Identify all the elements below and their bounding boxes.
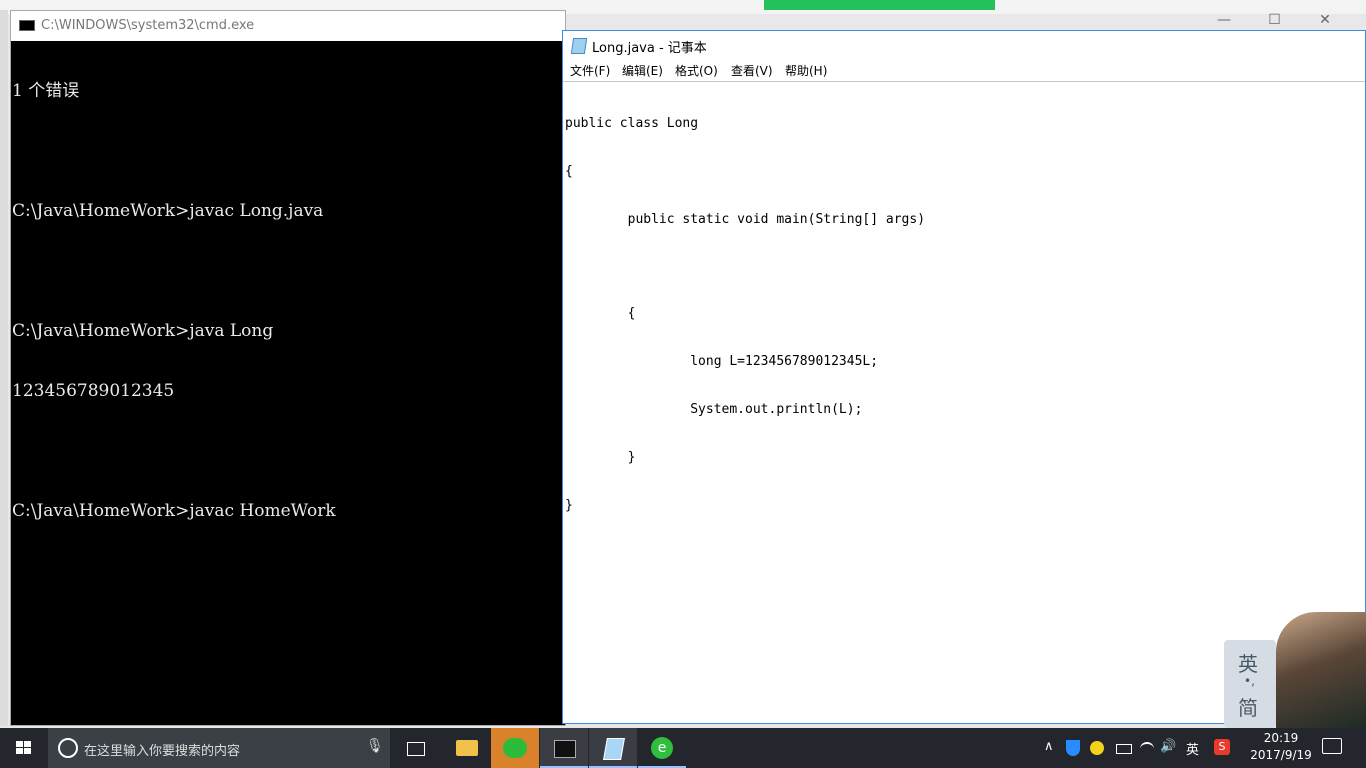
wifi-icon[interactable] (1140, 742, 1154, 756)
console-line: C:\Java\HomeWork>javac Long.java (12, 201, 324, 221)
window-controls[interactable]: — ☐ ✕ (1201, 12, 1348, 28)
cortana-icon (58, 738, 78, 758)
clock[interactable]: 20:19 2017/9/19 (1236, 730, 1326, 764)
task-view-button[interactable] (392, 728, 440, 768)
console-line: 123456789012345 (12, 381, 175, 401)
cmd-taskbar-button[interactable] (540, 728, 588, 768)
maximize-button[interactable]: ☐ (1252, 12, 1298, 28)
security-shield-icon[interactable] (1066, 740, 1080, 756)
browser-taskbar-button[interactable]: e (638, 728, 686, 768)
cmd-title: C:\WINDOWS\system32\cmd.exe (41, 18, 255, 33)
folder-icon (456, 740, 478, 756)
notepad-titlebar[interactable]: Long.java - 记事本 (563, 31, 1365, 59)
taskbar-search-box[interactable]: 在这里输入你要搜索的内容 🎙 (48, 728, 390, 768)
windows-logo-icon (16, 741, 32, 755)
battery-icon[interactable] (1116, 744, 1132, 754)
cmd-console[interactable]: 1 个错误 C:\Java\HomeWork>javac Long.java C… (11, 41, 566, 725)
ime-punctuation-label: •, (1244, 674, 1255, 688)
clock-time: 20:19 (1263, 731, 1299, 745)
code-line: { (565, 164, 573, 179)
menu-file[interactable]: 文件(F) (570, 62, 610, 79)
clock-date: 2017/9/19 (1250, 748, 1312, 762)
menu-help[interactable]: 帮助(H) (785, 62, 827, 79)
language-indicator[interactable]: 英 (1186, 739, 1199, 758)
cmd-window[interactable]: C:\WINDOWS\system32\cmd.exe 1 个错误 C:\Jav… (10, 10, 566, 726)
ime-status-box[interactable]: 英 •, 简 (1224, 640, 1276, 728)
console-line: C:\Java\HomeWork>javac HomeWork (12, 501, 336, 521)
cmd-titlebar[interactable]: C:\WINDOWS\system32\cmd.exe (11, 11, 565, 41)
code-line: } (565, 498, 573, 513)
notepad-icon (570, 38, 588, 54)
console-line: C:\Java\HomeWork>java Long (12, 321, 274, 341)
console-line: 1 个错误 (12, 81, 80, 101)
notepad-title: Long.java - 记事本 (592, 41, 707, 56)
cmd-icon (19, 20, 35, 31)
code-line: long L=123456789012345L; (565, 354, 879, 369)
volume-icon[interactable]: 🔊 (1160, 739, 1176, 754)
file-explorer-button[interactable] (442, 728, 490, 768)
microphone-icon[interactable]: 🎙 (366, 738, 384, 754)
notepad-icon (603, 738, 625, 760)
ime-mode-label: 英 (1238, 652, 1258, 676)
code-line: { (565, 306, 636, 321)
notepad-taskbar-button[interactable] (589, 728, 637, 768)
menu-format[interactable]: 格式(O) (675, 62, 718, 79)
terminal-icon (554, 740, 576, 758)
sogou-ime-icon[interactable]: S (1214, 739, 1230, 755)
search-placeholder: 在这里输入你要搜索的内容 (84, 744, 241, 759)
action-center-icon[interactable] (1322, 738, 1342, 754)
notepad-menubar: 文件(F) 编辑(E) 格式(O) 查看(V) 帮助(H) (563, 59, 1365, 81)
start-button[interactable] (0, 728, 48, 768)
ime-charset-label: 简 (1238, 696, 1258, 720)
code-line: System.out.println(L); (565, 402, 863, 417)
menu-edit[interactable]: 编辑(E) (622, 62, 663, 79)
background-browser-active-tab (764, 0, 995, 10)
show-hidden-icons-button[interactable]: ∧ (1044, 739, 1054, 754)
plus-badge-icon[interactable] (1090, 741, 1104, 755)
code-line: } (565, 450, 636, 465)
taskbar: 在这里输入你要搜索的内容 🎙 e ∧ 🔊 英 S 20:19 2017/9/19 (0, 728, 1366, 768)
close-button[interactable]: ✕ (1302, 12, 1348, 28)
task-view-icon (407, 742, 425, 756)
menu-view[interactable]: 查看(V) (731, 62, 773, 79)
background-window-edge (0, 10, 8, 726)
browser-icon: e (651, 737, 673, 759)
code-line: public class Long (565, 116, 699, 131)
code-line: public static void main(String[] args) (565, 212, 926, 227)
ime-floating-widget[interactable]: 英 •, 简 (1224, 612, 1366, 728)
wechat-button[interactable] (491, 728, 539, 768)
code-text: public class Long { public static void m… (565, 84, 925, 546)
wechat-icon (503, 738, 527, 758)
ime-skin-avatar (1276, 612, 1366, 728)
minimize-button[interactable]: — (1201, 12, 1247, 28)
